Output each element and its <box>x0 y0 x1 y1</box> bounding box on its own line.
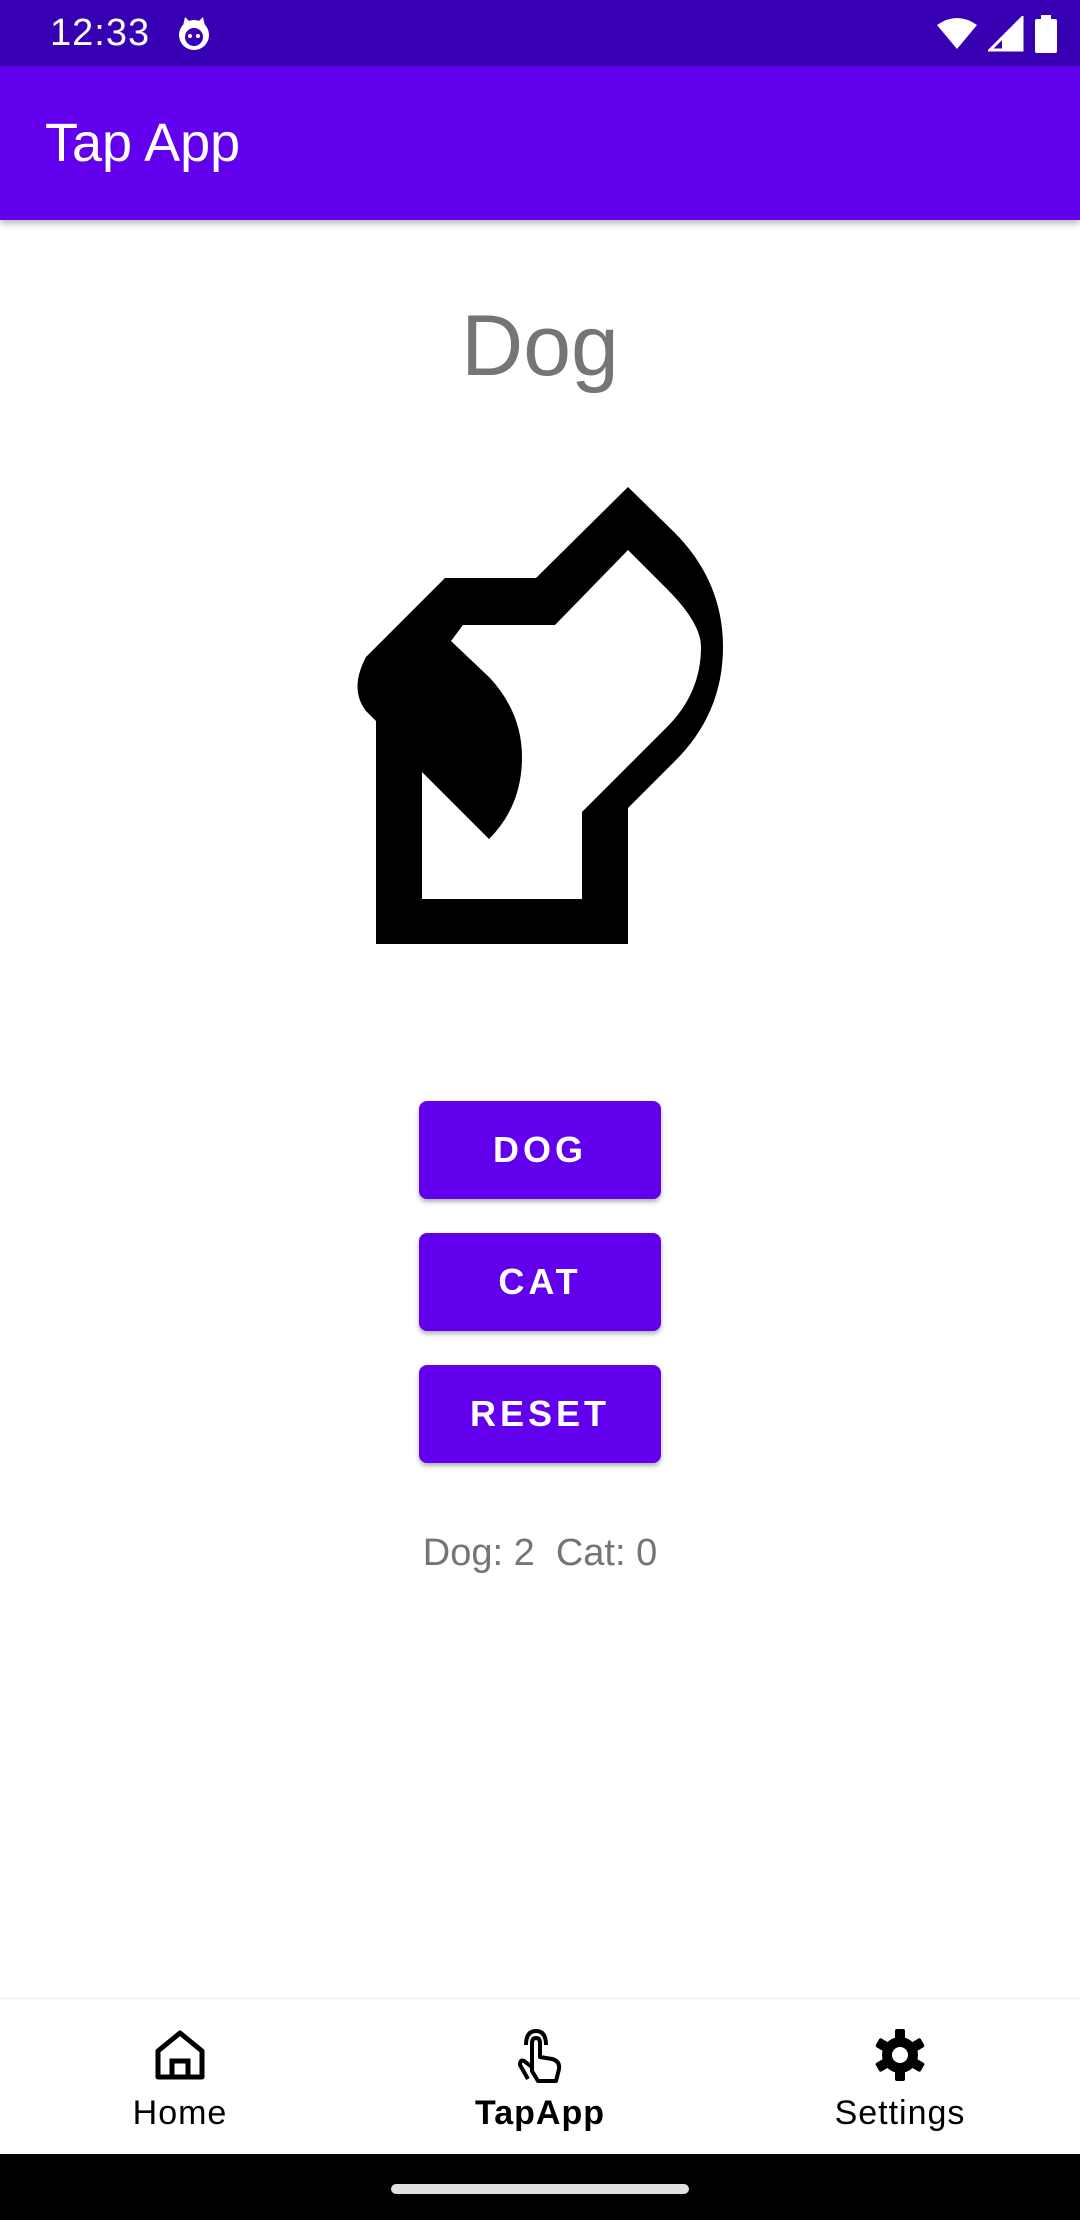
home-gesture-handle[interactable] <box>391 2184 689 2194</box>
home-icon <box>155 2030 205 2080</box>
battery-icon <box>1035 15 1057 53</box>
dog-icon <box>357 487 723 944</box>
status-bar: 12:33 <box>0 0 1080 66</box>
status-icons <box>936 14 1058 54</box>
bottom-navigation: Home TapApp Settings <box>0 1998 1080 2155</box>
nav-label-tapapp: TapApp <box>474 2094 605 2132</box>
status-time: 12:33 <box>50 12 151 54</box>
dog-button[interactable]: DOG <box>419 1101 661 1199</box>
gesture-navigation-bar <box>0 2154 1080 2220</box>
gear-icon <box>875 2029 925 2081</box>
app-title: Tap App <box>45 113 241 173</box>
app-bar: Tap App <box>0 66 1080 220</box>
nav-item-tapapp[interactable]: TapApp <box>360 1999 720 2155</box>
animal-label: Dog <box>461 298 619 394</box>
nav-item-settings[interactable]: Settings <box>720 1999 1080 2155</box>
cat-button[interactable]: CAT <box>419 1233 661 1331</box>
screen: 12:33 Tap App Dog DOG CAT RESET Dog: 2 C… <box>0 0 1080 2220</box>
nav-item-home[interactable]: Home <box>0 1999 360 2155</box>
tap-counter: Dog: 2 Cat: 0 <box>422 1532 658 1574</box>
app-notification-icon <box>179 17 209 50</box>
wifi-icon <box>937 18 977 49</box>
nav-label-settings: Settings <box>834 2094 966 2132</box>
signal-icon <box>988 16 1024 52</box>
nav-label-home: Home <box>132 2094 228 2132</box>
tap-icon <box>518 2028 562 2083</box>
reset-button[interactable]: RESET <box>419 1365 661 1463</box>
